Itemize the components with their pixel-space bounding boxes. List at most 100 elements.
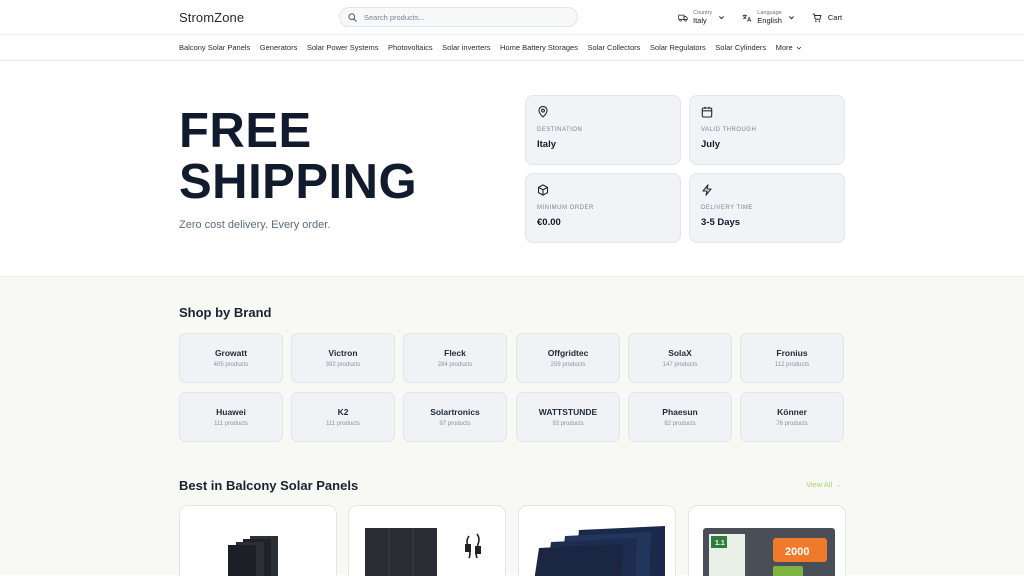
solar-panel-image xyxy=(228,536,278,576)
nav-item-photovoltaics[interactable]: Photovoltaics xyxy=(388,43,433,52)
solar-panel-set-image xyxy=(534,526,665,576)
brand-card-solax[interactable]: SolaX 147 products xyxy=(628,333,732,383)
chevron-down-icon xyxy=(788,16,794,20)
brand-count: 112 products xyxy=(774,362,810,368)
brand-name: Fronius xyxy=(776,348,808,358)
brand-name: Growatt xyxy=(214,348,248,358)
minimum-order-value: €0.00 xyxy=(537,217,561,228)
chevron-down-icon xyxy=(796,46,801,50)
brand-name: Könner xyxy=(777,407,807,417)
language-selector[interactable]: Language English xyxy=(742,10,795,25)
minimum-order-card: MINIMUM ORDER €0.00 xyxy=(525,173,681,243)
country-selector[interactable]: Country Italy xyxy=(678,10,725,25)
brand-card-konner[interactable]: Könner 76 products xyxy=(740,392,844,442)
delivery-time-label: DELIVERY TIME xyxy=(701,205,753,211)
map-pin-icon xyxy=(538,106,548,118)
destination-value: Italy xyxy=(537,139,557,150)
nav-item-solar-cylinders[interactable]: Solar Cylinders xyxy=(715,43,766,52)
hero-title-line1: FREE xyxy=(179,104,312,158)
site-logo[interactable]: StromZone xyxy=(179,10,244,25)
nav-more-button[interactable]: More xyxy=(776,43,802,52)
brand-name: WATTSTUNDE xyxy=(538,407,598,417)
brand-name: SolaX xyxy=(668,348,692,358)
brand-count: 97 products xyxy=(439,421,471,427)
brand-count: 405 products xyxy=(213,362,249,368)
destination-label: DESTINATION xyxy=(537,127,583,133)
brand-card-victron[interactable]: Victron 392 products xyxy=(291,333,395,383)
hero-subtitle: Zero cost delivery. Every order. xyxy=(179,219,331,231)
cart-label: Cart xyxy=(827,13,843,22)
destination-card: DESTINATION Italy xyxy=(525,95,681,165)
brand-count: 392 products xyxy=(325,362,361,368)
brand-card-offgridtec[interactable]: Offgridtec 259 products xyxy=(516,333,620,383)
brand-name: Phaesun xyxy=(662,407,698,417)
view-all-link[interactable]: View All → xyxy=(806,480,842,489)
nav-item-solar-collectors[interactable]: Solar Collectors xyxy=(587,43,640,52)
brand-name: Huawei xyxy=(216,407,246,417)
brand-card-solartronics[interactable]: Solartronics 97 products xyxy=(403,392,507,442)
country-value: Italy xyxy=(693,16,707,25)
brand-count: 259 products xyxy=(550,362,586,368)
free-shipping-hero: FREE SHIPPING Zero cost delivery. Every … xyxy=(0,61,1024,277)
cart-icon xyxy=(812,13,822,22)
search-icon xyxy=(348,12,357,22)
nav-item-solar-inverters[interactable]: Solar inverters xyxy=(442,43,490,52)
cart-button[interactable]: Cart xyxy=(812,13,842,23)
brand-card-growatt[interactable]: Growatt 405 products xyxy=(179,333,283,383)
nav-more-label: More xyxy=(775,43,793,52)
hero-title-line2: SHIPPING xyxy=(179,155,418,209)
nav-item-solar-power-systems[interactable]: Solar Power Systems xyxy=(307,43,379,52)
brand-count: 111 products xyxy=(326,421,360,427)
nav-item-home-battery-storages[interactable]: Home Battery Storages xyxy=(500,43,578,52)
brand-name: Offgridtec xyxy=(547,348,589,358)
nav-item-balcony-solar-panels[interactable]: Balcony Solar Panels xyxy=(179,43,250,52)
brand-count: 147 products xyxy=(662,362,698,368)
brand-card-wattstunde[interactable]: WATTSTUNDE 93 products xyxy=(516,392,620,442)
language-value: English xyxy=(757,16,782,25)
category-nav: Balcony Solar Panels Generators Solar Po… xyxy=(0,34,1024,61)
translate-icon xyxy=(742,13,752,22)
brand-name: Solartronics xyxy=(430,407,480,417)
valid-through-value: July xyxy=(701,139,721,150)
nav-item-solar-regulators[interactable]: Solar Regulators xyxy=(650,43,706,52)
calendar-icon xyxy=(701,106,713,118)
brand-card-k2[interactable]: K2 111 products xyxy=(291,392,395,442)
best-in-balcony-title: Best in Balcony Solar Panels xyxy=(179,478,359,493)
brand-card-fronius[interactable]: Fronius 112 products xyxy=(740,333,844,383)
brand-card-fleck[interactable]: Fleck 284 products xyxy=(403,333,507,383)
truck-icon xyxy=(678,14,688,22)
badge-top-text: 1.1 xyxy=(715,540,725,547)
brand-name: Victron xyxy=(328,348,358,358)
search-bar[interactable] xyxy=(339,7,578,27)
product-card[interactable]: 1.1 2000 xyxy=(688,505,846,576)
chevron-down-icon xyxy=(719,16,725,20)
brand-card-phaesun[interactable]: Phaesun 82 products xyxy=(628,392,732,442)
badge-power-text: 2000 xyxy=(785,546,809,558)
delivery-time-value: 3-5 Days xyxy=(701,217,741,228)
search-input[interactable] xyxy=(364,12,564,22)
product-card[interactable] xyxy=(348,505,506,576)
brand-count: 93 products xyxy=(552,421,584,427)
product-card[interactable] xyxy=(179,505,337,576)
minimum-order-label: MINIMUM ORDER xyxy=(537,205,594,211)
shop-by-brand-section: Shop by Brand Growatt 405 products Victro… xyxy=(0,277,1024,576)
hero-title: FREE SHIPPING xyxy=(179,106,417,208)
header-tools: Country Italy Language English Cart xyxy=(678,9,842,26)
brand-count: 76 products xyxy=(776,421,808,427)
shop-by-brand-title: Shop by Brand xyxy=(179,305,272,320)
valid-through-label: VALID THROUGH xyxy=(701,127,757,133)
brand-name: K2 xyxy=(337,407,349,417)
package-icon xyxy=(537,184,549,196)
brand-name: Fleck xyxy=(444,348,466,358)
delivery-time-card: DELIVERY TIME 3-5 Days xyxy=(689,173,845,243)
top-header: StromZone Country Italy Language English… xyxy=(0,0,1024,34)
brand-count: 82 products xyxy=(664,421,696,427)
brand-count: 284 products xyxy=(437,362,473,368)
lightning-icon xyxy=(702,184,712,196)
nav-item-generators[interactable]: Generators xyxy=(260,43,298,52)
product-card[interactable] xyxy=(518,505,676,576)
brand-card-huawei[interactable]: Huawei 111 products xyxy=(179,392,283,442)
brand-count: 111 products xyxy=(214,421,248,427)
balcony-power-station-image: 1.1 2000 xyxy=(703,528,835,576)
valid-through-card: VALID THROUGH July xyxy=(689,95,845,165)
